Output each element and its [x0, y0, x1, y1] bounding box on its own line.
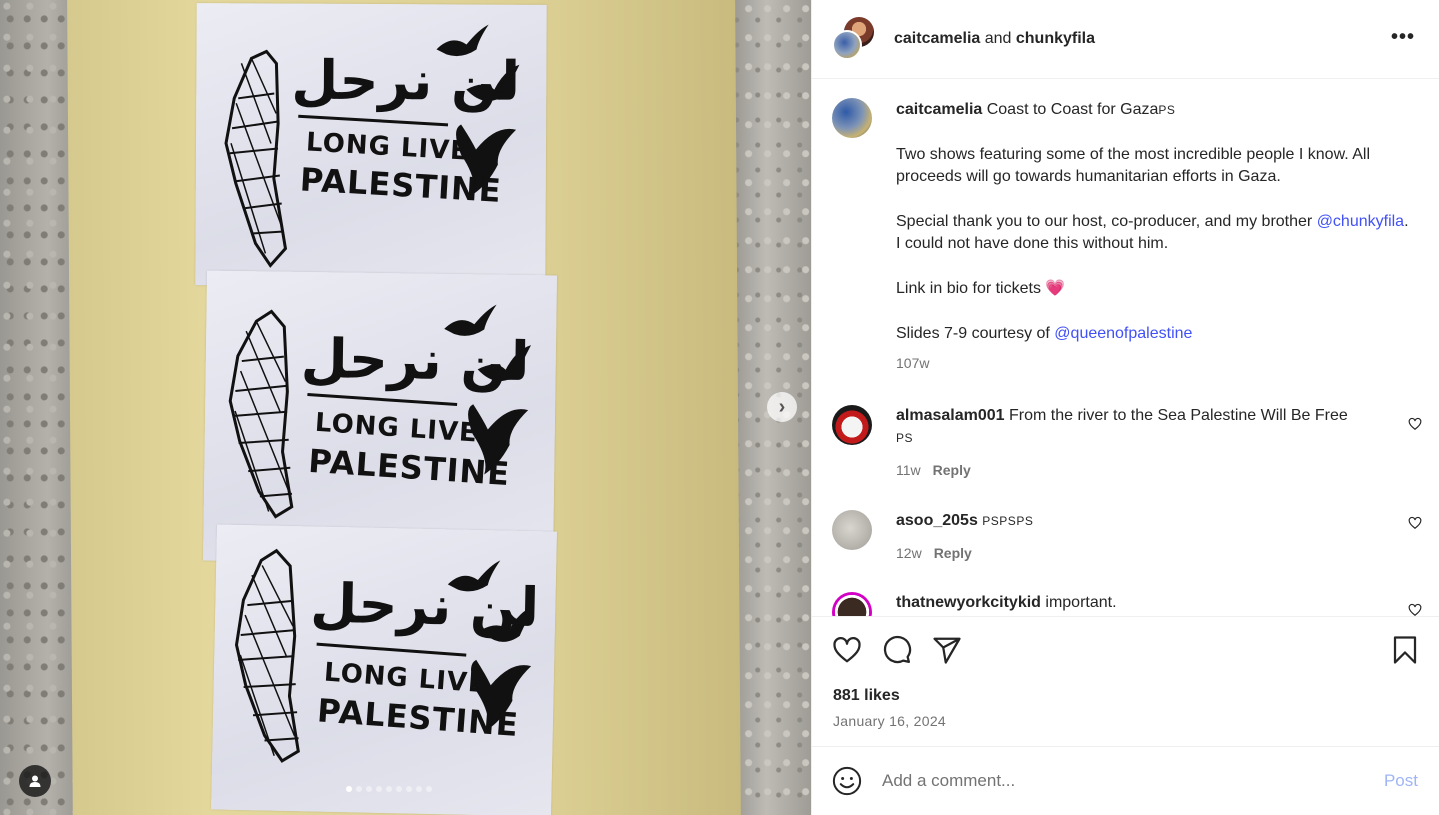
- caption-paragraph: Link in bio for tickets 💗: [896, 280, 1066, 297]
- carousel-dot: [416, 786, 422, 792]
- heart-icon[interactable]: [1408, 417, 1422, 431]
- carousel-dot: [346, 786, 352, 792]
- poster-arabic-text: لن نرحل: [300, 326, 530, 394]
- comments-feed[interactable]: caitcamelia Coast to Coast for GazaPS Tw…: [812, 80, 1439, 616]
- avatar[interactable]: [832, 30, 862, 60]
- comment: asoo_205s PSPSPS 12w Reply: [832, 510, 1422, 564]
- comment-meta: 12w Reply: [896, 542, 1422, 564]
- post-sidebar: caitcamelia and chunkyfila ••• caitcamel…: [811, 0, 1439, 815]
- comment-suffix: PS: [896, 431, 914, 445]
- carousel-dot: [426, 786, 432, 792]
- like-heart-icon[interactable]: [832, 635, 862, 665]
- comment-text: important.: [1040, 594, 1117, 611]
- collab-avatars[interactable]: [832, 17, 876, 61]
- chevron-right-icon: ›: [778, 395, 786, 418]
- likes-count[interactable]: 881 likes: [833, 687, 900, 705]
- reply-button[interactable]: Reply: [934, 545, 972, 561]
- carousel-dot: [366, 786, 372, 792]
- user-icon: [29, 775, 41, 787]
- post-photo[interactable]: لن نرحل LONG LIVE PALESTINE لن نرحل LONG…: [0, 0, 811, 815]
- post-header: caitcamelia and chunkyfila •••: [812, 0, 1439, 79]
- reply-button[interactable]: Reply: [933, 462, 971, 478]
- avatar[interactable]: [832, 510, 872, 550]
- caption-body: caitcamelia Coast to Coast for GazaPS Tw…: [896, 98, 1412, 374]
- tagged-users-button[interactable]: [19, 765, 51, 797]
- emoji-icon[interactable]: [832, 766, 862, 796]
- carousel-dot: [386, 786, 392, 792]
- comment-username[interactable]: thatnewyorkcitykid: [896, 594, 1041, 611]
- comment-body: almasalam001 From the river to the Sea P…: [896, 405, 1422, 481]
- post-authors: caitcamelia and chunkyfila: [894, 30, 1095, 48]
- caption-title: Coast to Coast for Gaza: [982, 101, 1159, 118]
- bookmark-icon[interactable]: [1390, 635, 1420, 665]
- comment-time[interactable]: 12w: [896, 545, 922, 561]
- caption-timestamp[interactable]: 107w: [896, 352, 1412, 374]
- carousel-dots: [346, 786, 432, 792]
- heart-icon[interactable]: [1408, 516, 1422, 530]
- comment-meta: 11w Reply: [896, 459, 1422, 481]
- author-username[interactable]: chunkyfila: [1016, 30, 1095, 47]
- comment-body: asoo_205s PSPSPS 12w Reply: [896, 510, 1422, 564]
- mention-link[interactable]: @chunkyfila: [1317, 213, 1404, 230]
- comment-icon[interactable]: [882, 635, 912, 665]
- comment-text: From the river to the Sea Palestine Will…: [1004, 407, 1348, 424]
- author-username[interactable]: caitcamelia: [894, 30, 980, 47]
- comment-input[interactable]: [882, 771, 1352, 791]
- carousel-dot: [356, 786, 362, 792]
- caption-paragraph: Special thank you to our host, co-produc…: [896, 211, 1412, 255]
- carousel-dot: [406, 786, 412, 792]
- next-slide-button[interactable]: ›: [767, 392, 797, 422]
- carousel-dot: [396, 786, 402, 792]
- post-caption: caitcamelia Coast to Coast for GazaPS Tw…: [832, 98, 1412, 374]
- poster: لن نرحل LONG LIVE PALESTINE: [211, 524, 557, 815]
- and-text: and: [980, 30, 1016, 47]
- comment: almasalam001 From the river to the Sea P…: [832, 405, 1422, 481]
- avatar[interactable]: [832, 592, 872, 616]
- comment-username[interactable]: almasalam001: [896, 407, 1005, 424]
- action-icons: [832, 635, 962, 665]
- avatar[interactable]: [832, 98, 872, 138]
- comment-body: thatnewyorkcitykid important.: [896, 592, 1422, 616]
- avatar[interactable]: [832, 405, 872, 445]
- caption-text: Special thank you to our host, co-produc…: [896, 213, 1317, 230]
- comment-suffix: PSPSPS: [982, 514, 1034, 528]
- post-actions: 881 likes January 16, 2024: [812, 616, 1439, 746]
- share-icon[interactable]: [932, 635, 962, 665]
- mention-link[interactable]: @queenofpalestine: [1054, 325, 1192, 342]
- caption-text: Slides 7-9 courtesy of: [896, 325, 1055, 342]
- comment-time[interactable]: 11w: [896, 462, 921, 478]
- poster-arabic-text: لن نرحل: [309, 571, 540, 640]
- post-comment-button[interactable]: Post: [1384, 771, 1418, 791]
- caption-paragraph: Slides 7-9 courtesy of @queenofpalestine: [896, 323, 1412, 345]
- poster: لن نرحل LONG LIVE PALESTINE: [202, 270, 558, 566]
- poster-arabic-text: لن نرحل: [291, 48, 521, 113]
- more-options-button[interactable]: •••: [1391, 26, 1415, 49]
- heart-icon[interactable]: [1408, 603, 1422, 616]
- caption-title-suffix: PS: [1158, 103, 1176, 117]
- comment: thatnewyorkcitykid important.: [832, 592, 1422, 616]
- comment-username[interactable]: asoo_205s: [896, 512, 978, 529]
- poster: لن نرحل LONG LIVE PALESTINE: [195, 3, 547, 287]
- caption-username[interactable]: caitcamelia: [896, 101, 982, 118]
- carousel-dot: [376, 786, 382, 792]
- post-date[interactable]: January 16, 2024: [833, 713, 946, 729]
- comment-composer: Post: [812, 746, 1439, 815]
- caption-paragraph: Two shows featuring some of the most inc…: [896, 146, 1371, 185]
